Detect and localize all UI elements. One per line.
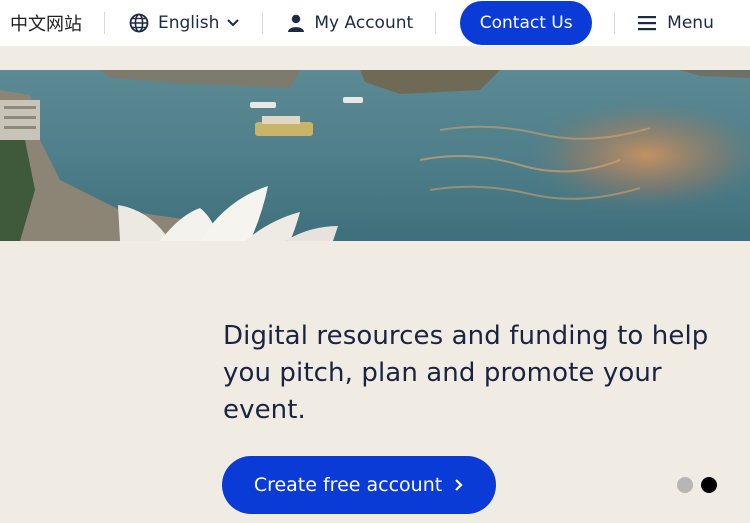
hero-headline: Digital resources and funding to help yo… (223, 321, 709, 425)
my-account-link[interactable]: My Account (263, 0, 435, 46)
carousel-dot-2[interactable] (701, 477, 717, 493)
menu-button[interactable]: Menu (615, 0, 714, 46)
globe-icon (129, 13, 149, 33)
hamburger-icon (637, 15, 657, 31)
cta-label: Create free account (253, 474, 443, 496)
my-account-label: My Account (314, 13, 414, 33)
chinese-site-link[interactable]: 中文网站 (0, 0, 104, 46)
contact-wrap: Contact Us (436, 1, 614, 45)
hero-image (0, 70, 750, 241)
top-navigation: 中文网站 English My Account Contact Us Menu (0, 0, 750, 46)
language-label: English (158, 13, 220, 33)
chevron-down-icon (226, 18, 240, 28)
create-free-account-button[interactable]: Create free account (222, 456, 496, 514)
carousel-dot-1[interactable] (677, 477, 693, 493)
contact-us-button[interactable]: Contact Us (460, 1, 593, 45)
person-icon (287, 14, 305, 32)
carousel-dots (677, 477, 717, 493)
language-selector[interactable]: English (105, 0, 262, 46)
chevron-right-icon (454, 478, 464, 492)
menu-label: Menu (667, 13, 714, 33)
